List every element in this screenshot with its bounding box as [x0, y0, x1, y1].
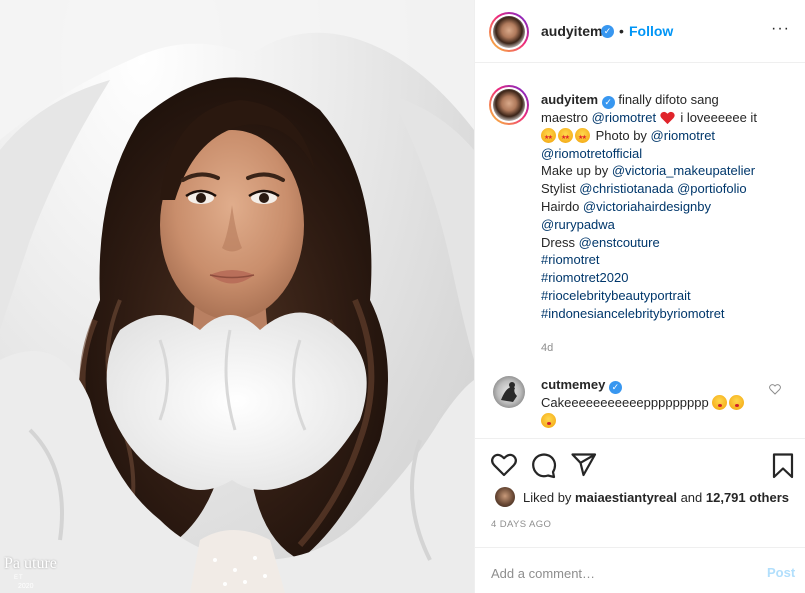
post-side-panel: audyitem ✓ • Follow ··· audyitem ✓ final… [474, 0, 805, 593]
comment-text: Cakeeeeeeeeeeeppppppppp [541, 395, 709, 410]
likes-summary: Liked by maiaestiantyreal and 12,791 oth… [523, 490, 789, 505]
likes-count[interactable]: 12,791 others [706, 490, 789, 505]
caption-line: #riomotret2020 [541, 269, 781, 287]
mention-link[interactable]: @enstcouture [579, 235, 660, 250]
commenter-avatar[interactable] [493, 376, 525, 408]
caption-text: Make up by [541, 163, 612, 179]
post-header: audyitem ✓ • Follow ··· [475, 0, 805, 63]
caption-text: maestro [541, 110, 592, 125]
caption-line: audyitem ✓ finally difoto sang [541, 91, 781, 109]
star-struck-emoji-icon [575, 127, 590, 148]
share-icon[interactable] [571, 453, 597, 477]
header-separator: • [619, 23, 624, 39]
post-age[interactable]: 4 DAYS AGO [491, 519, 551, 530]
commenter-avatar-image [501, 382, 517, 402]
caption-text: i loveeeeee it [676, 110, 757, 125]
caption-line: Dress @enstcouture [541, 234, 781, 252]
face-blowing-kiss-emoji-icon [541, 413, 556, 428]
caption-line: #riocelebritybeautyportrait [541, 287, 781, 305]
hashtag-link[interactable]: #riocelebritybeautyportrait [541, 288, 691, 303]
liked-by-avatar[interactable] [495, 487, 515, 507]
face-blowing-kiss-emoji-icon [712, 395, 728, 410]
caption-line: #indonesiancelebritybyriomotret [541, 305, 781, 323]
mention-link[interactable]: @riomotret [651, 128, 716, 143]
portrait-illustration [0, 0, 474, 593]
mention-link[interactable]: @rurypadwa [541, 217, 615, 232]
like-heart-icon[interactable] [491, 453, 517, 477]
comment-like-heart-icon[interactable] [769, 384, 781, 395]
author-username[interactable]: audyitem [541, 23, 602, 39]
face-blowing-kiss-emoji-icon [729, 395, 745, 410]
caption-text: Dress [541, 234, 579, 250]
caption-line: @riomotretofficial [541, 145, 781, 163]
post-comment-button[interactable]: Post [767, 565, 795, 580]
caption-author-avatar[interactable] [489, 85, 529, 125]
caption-username[interactable]: audyitem [541, 92, 598, 107]
comment-icon[interactable] [531, 453, 557, 479]
liked-by-username[interactable]: maiaestiantyreal [575, 490, 677, 505]
verified-badge-icon: ✓ [608, 381, 622, 394]
mention-link[interactable]: @portiofolio [677, 181, 747, 196]
verified-badge-icon: ✓ [601, 25, 614, 38]
post-photo[interactable]: Pa uture ET 2020 [0, 0, 474, 593]
likes-middle: and [676, 490, 706, 505]
post-caption: audyitem ✓ finally difoto sang maestro @… [541, 91, 781, 354]
mention-link[interactable]: @riomotret [592, 110, 657, 125]
likes-prefix: Liked by [523, 490, 576, 505]
caption-text: Photo by [592, 127, 651, 143]
add-comment-bar: Post [475, 547, 805, 593]
photo-watermark: Pa uture [4, 555, 57, 572]
caption-avatar-image [493, 89, 525, 121]
caption-line: Stylist @christiotanada @portiofolio [541, 180, 781, 198]
hashtag-link[interactable]: #riomotret [541, 252, 600, 267]
comment-input[interactable] [491, 563, 761, 583]
verified-badge-icon: ✓ [601, 96, 615, 109]
mention-link[interactable]: @christiotanada [579, 181, 673, 196]
follow-button[interactable]: Follow [629, 23, 673, 39]
caption-text: finally difoto sang [618, 92, 719, 107]
caption-line: Hairdo @victoriahairdesignby [541, 198, 781, 216]
caption-line: Photo by @riomotret [541, 127, 781, 148]
star-struck-emoji-icon [541, 127, 556, 148]
caption-line: #riomotret [541, 251, 781, 269]
more-options-icon[interactable]: ··· [771, 20, 790, 38]
red-heart-emoji-icon [660, 111, 675, 125]
hashtag-link[interactable]: #indonesiancelebritybyriomotret [541, 306, 725, 321]
mention-link[interactable]: @riomotretofficial [541, 146, 642, 161]
bookmark-icon[interactable] [772, 453, 794, 479]
commenter-username[interactable]: cutmemey [541, 377, 605, 392]
photo-watermark-year: 2020 [18, 583, 34, 590]
mention-link[interactable]: @victoria_makeupatelier [612, 163, 755, 178]
photo-watermark-sub: ET [14, 575, 24, 581]
caption-text: Hairdo [541, 198, 583, 214]
caption-text: Stylist [541, 181, 580, 197]
comment-item: cutmemey ✓ Cakeeeeeeeeeeeppppppppp [541, 376, 756, 430]
post-actions-section: Liked by maiaestiantyreal and 12,791 oth… [475, 438, 805, 593]
author-avatar[interactable] [489, 12, 529, 52]
caption-timestamp[interactable]: 4d [541, 340, 553, 358]
mention-link[interactable]: @victoriahairdesignby [583, 199, 711, 214]
star-struck-emoji-icon [558, 127, 573, 148]
hashtag-link[interactable]: #riomotret2020 [541, 270, 628, 285]
caption-line: maestro @riomotret i loveeeeee it [541, 109, 781, 127]
author-avatar-image [493, 16, 525, 48]
caption-line: Make up by @victoria_makeupatelier [541, 162, 781, 180]
caption-line: @rurypadwa [541, 216, 781, 234]
